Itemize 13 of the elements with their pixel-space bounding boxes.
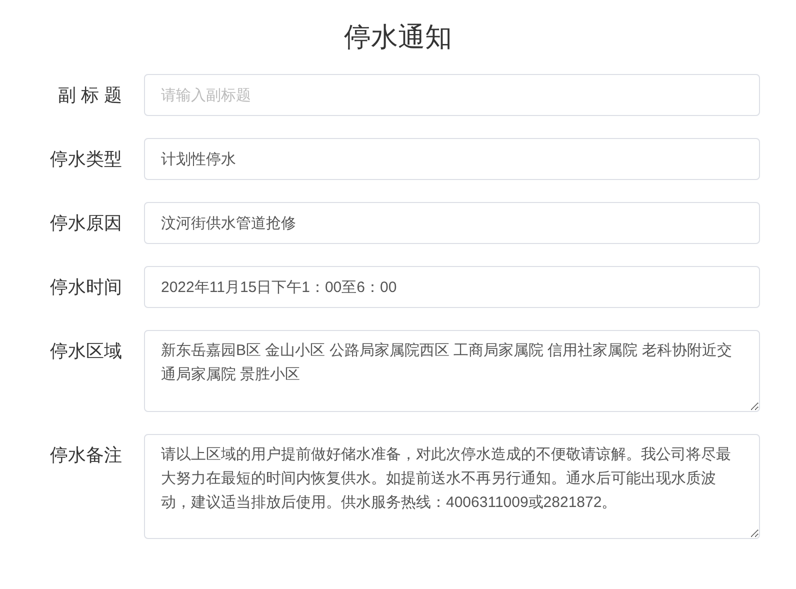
input-field[interactable]: 请输入副标题 (144, 74, 760, 116)
field-label: 停水类型 (49, 148, 122, 171)
field-label: 停水时间 (49, 276, 122, 299)
field-label: 停水备注 (49, 444, 122, 467)
text-area[interactable]: 新东岳嘉园B区 金山小区 公路局家属院西区 工商局家属院 信用社家属院 老科协附近交通局家属院 景胜小区 (144, 330, 760, 412)
field-label: 停水区域 (49, 340, 122, 363)
input-field[interactable]: 计划性停水 (144, 138, 760, 180)
text-area[interactable]: 请以上区域的用户提前做好储水准备，对此次停水造成的不便敬请谅解。我公司将尽最大努力在最短的时间内恢复供水。如提前送水不再另行通知。通水后可能出现水质波动，建议适当排放后使用。供水服务热线：4006311009或2821872。 (144, 434, 760, 539)
page-title: 停水通知 (343, 21, 453, 54)
field-label: 副 标 题 (56, 84, 122, 107)
field-label: 停水原因 (49, 212, 122, 235)
input-field[interactable]: 2022年11月15日下午1：00至6：00 (144, 266, 760, 308)
input-field[interactable]: 汶河街供水管道抢修 (144, 202, 760, 244)
